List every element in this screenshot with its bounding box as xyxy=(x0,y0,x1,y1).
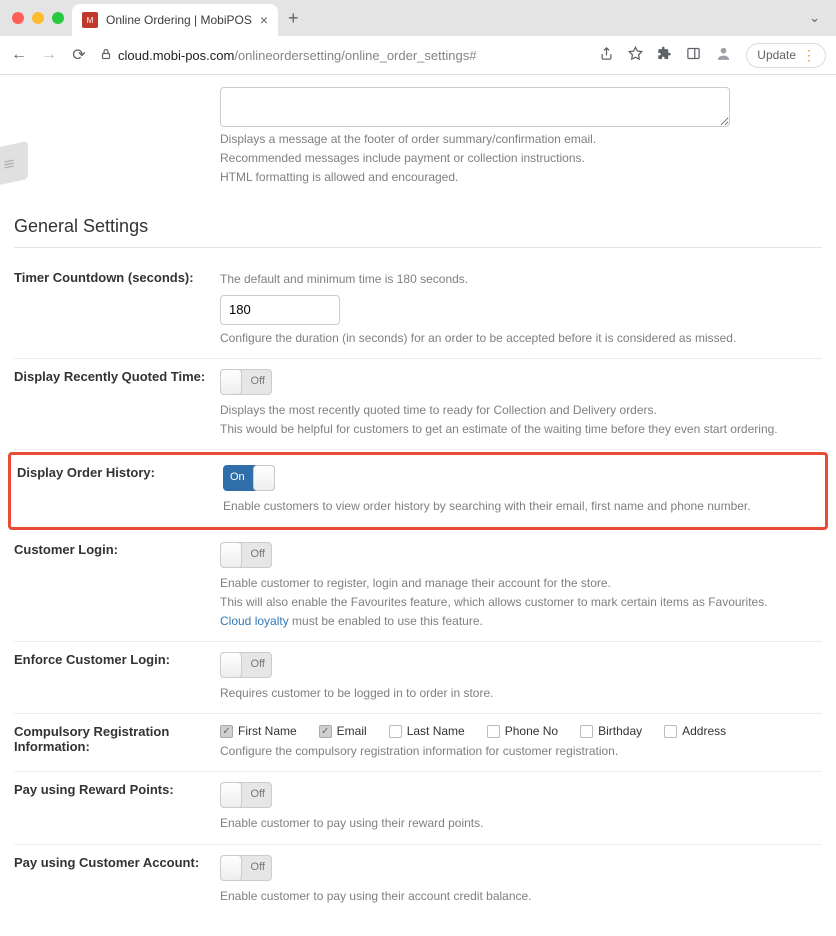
address-bar: ← → ⟳ cloud.mobi-pos.com/onlineordersett… xyxy=(0,36,836,74)
timer-help-top: The default and minimum time is 180 seco… xyxy=(220,270,822,289)
timer-help-bottom: Configure the duration (in seconds) for … xyxy=(220,329,822,348)
recent-quoted-label: Display Recently Quoted Time: xyxy=(14,369,220,439)
compulsory-row: Compulsory Registration Information: Fir… xyxy=(14,714,822,772)
order-history-toggle[interactable]: On xyxy=(223,465,275,491)
order-history-label: Display Order History: xyxy=(17,465,223,516)
window-controls xyxy=(8,12,72,24)
customer-account-toggle[interactable]: Off xyxy=(220,855,272,881)
checkbox-icon xyxy=(220,725,233,738)
customer-login-help-1: Enable customer to register, login and m… xyxy=(220,574,822,593)
reload-button[interactable]: ⟳ xyxy=(70,45,88,65)
check-email[interactable]: Email xyxy=(319,724,367,738)
timer-row: Timer Countdown (seconds): The default a… xyxy=(14,260,822,359)
lock-icon xyxy=(100,48,112,63)
maximize-window-button[interactable] xyxy=(52,12,64,24)
divider xyxy=(14,247,822,248)
browser-tab[interactable]: M Online Ordering | MobiPOS × xyxy=(72,4,278,36)
compulsory-help: Configure the compulsory registration in… xyxy=(220,742,822,761)
cloud-loyalty-link[interactable]: Cloud loyalty xyxy=(220,614,289,628)
customer-login-help-3: Cloud loyalty must be enabled to use thi… xyxy=(220,612,822,631)
close-tab-icon[interactable]: × xyxy=(260,12,268,28)
footer-help-2: Recommended messages include payment or … xyxy=(220,149,822,168)
favicon-icon: M xyxy=(82,12,98,28)
check-birthday[interactable]: Birthday xyxy=(580,724,642,738)
reward-points-toggle[interactable]: Off xyxy=(220,782,272,808)
enforce-login-toggle[interactable]: Off xyxy=(220,652,272,678)
checkbox-icon xyxy=(664,725,677,738)
update-button[interactable]: Update ⋮ xyxy=(746,43,826,68)
customer-account-help: Enable customer to pay using their accou… xyxy=(220,887,822,906)
tabs-overflow-icon[interactable]: ⌄ xyxy=(801,10,828,26)
svg-text:M: M xyxy=(87,16,94,25)
close-window-button[interactable] xyxy=(12,12,24,24)
enforce-login-help: Requires customer to be logged in to ord… xyxy=(220,684,822,703)
sidepanel-icon[interactable] xyxy=(686,46,701,64)
page-content: Displays a message at the footer of orde… xyxy=(0,75,836,936)
update-label: Update xyxy=(757,48,796,62)
order-history-row: Display Order History: On Enable custome… xyxy=(8,452,828,529)
customer-account-row: Pay using Customer Account: Off Enable c… xyxy=(14,845,822,916)
customer-login-toggle[interactable]: Off xyxy=(220,542,272,568)
checkbox-icon xyxy=(580,725,593,738)
checkbox-icon xyxy=(319,725,332,738)
customer-account-label: Pay using Customer Account: xyxy=(14,855,220,906)
recent-quoted-toggle[interactable]: Off xyxy=(220,369,272,395)
recent-quoted-row: Display Recently Quoted Time: Off Displa… xyxy=(14,359,822,450)
timer-label: Timer Countdown (seconds): xyxy=(14,270,220,348)
reward-points-label: Pay using Reward Points: xyxy=(14,782,220,833)
url-path: /onlineordersetting/online_order_setting… xyxy=(234,48,476,63)
extensions-icon[interactable] xyxy=(657,46,672,64)
reward-points-help: Enable customer to pay using their rewar… xyxy=(220,814,822,833)
menu-dots-icon: ⋮ xyxy=(802,47,815,64)
share-icon[interactable] xyxy=(599,46,614,64)
footer-message-block: Displays a message at the footer of orde… xyxy=(220,87,822,188)
reward-points-row: Pay using Reward Points: Off Enable cust… xyxy=(14,772,822,844)
check-address[interactable]: Address xyxy=(664,724,726,738)
customer-login-row: Customer Login: Off Enable customer to r… xyxy=(14,532,822,643)
tab-title: Online Ordering | MobiPOS xyxy=(106,13,252,27)
footer-help-1: Displays a message at the footer of orde… xyxy=(220,130,822,149)
footer-message-textarea[interactable] xyxy=(220,87,730,127)
section-title: General Settings xyxy=(14,216,822,237)
timer-input[interactable] xyxy=(220,295,340,325)
check-first-name[interactable]: First Name xyxy=(220,724,297,738)
back-button[interactable]: ← xyxy=(10,46,28,64)
compulsory-checks: First Name Email Last Name Phone No Birt… xyxy=(220,724,822,738)
checkbox-icon xyxy=(389,725,402,738)
new-tab-button[interactable]: + xyxy=(278,8,309,29)
profile-icon[interactable] xyxy=(715,45,732,65)
enforce-login-label: Enforce Customer Login: xyxy=(14,652,220,703)
recent-quoted-help-2: This would be helpful for customers to g… xyxy=(220,420,822,439)
enforce-login-row: Enforce Customer Login: Off Requires cus… xyxy=(14,642,822,714)
customer-login-help-2: This will also enable the Favourites fea… xyxy=(220,593,822,612)
check-phone-no[interactable]: Phone No xyxy=(487,724,558,738)
browser-chrome: M Online Ordering | MobiPOS × + ⌄ ← → ⟳ … xyxy=(0,0,836,75)
star-icon[interactable] xyxy=(628,46,643,64)
url-host: cloud.mobi-pos.com xyxy=(118,48,234,63)
tab-bar: M Online Ordering | MobiPOS × + ⌄ xyxy=(0,0,836,36)
toolbar-right: Update ⋮ xyxy=(599,43,826,68)
forward-button[interactable]: → xyxy=(40,46,58,64)
order-history-help: Enable customers to view order history b… xyxy=(223,497,819,516)
footer-help-3: HTML formatting is allowed and encourage… xyxy=(220,168,822,187)
compulsory-label: Compulsory Registration Information: xyxy=(14,724,220,761)
checkbox-icon xyxy=(487,725,500,738)
recent-quoted-help-1: Displays the most recently quoted time t… xyxy=(220,401,822,420)
url-field[interactable]: cloud.mobi-pos.com/onlineordersetting/on… xyxy=(100,48,587,63)
minimize-window-button[interactable] xyxy=(32,12,44,24)
customer-login-label: Customer Login: xyxy=(14,542,220,632)
check-last-name[interactable]: Last Name xyxy=(389,724,465,738)
